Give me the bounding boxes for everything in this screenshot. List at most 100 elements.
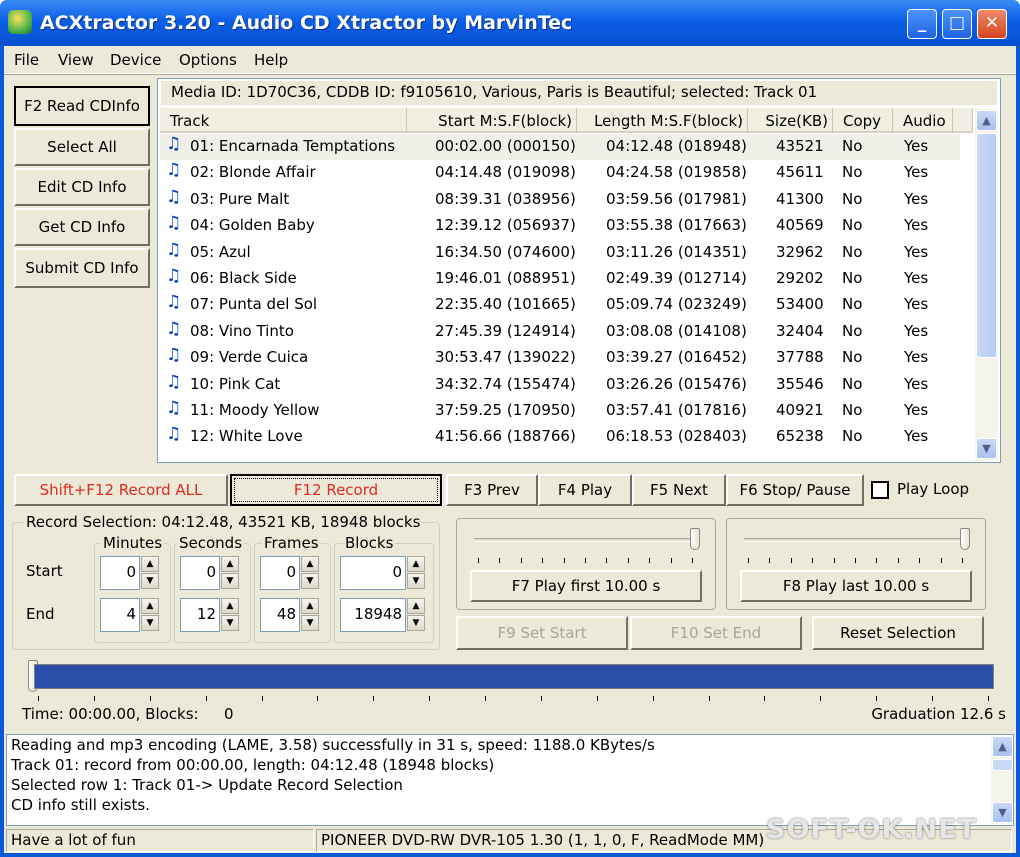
start-blocks-spinner[interactable]: 0 ▲ ▼ — [340, 556, 428, 590]
spin-down-icon[interactable]: ▼ — [221, 573, 239, 589]
spin-down-icon[interactable]: ▼ — [221, 615, 239, 631]
start-seconds-value[interactable]: 0 — [180, 556, 220, 590]
play-last-slider-thumb[interactable] — [960, 528, 970, 550]
track-copy: No — [842, 137, 863, 155]
column-header-track[interactable]: Track — [160, 108, 407, 133]
prev-button[interactable]: F3 Prev — [446, 474, 538, 506]
spin-up-icon[interactable]: ▲ — [301, 556, 319, 572]
end-frames-spinner[interactable]: 48 ▲ ▼ — [260, 598, 320, 632]
track-row[interactable]: ♫ 01: Encarnada Temptations 00:02.00 (0001… — [160, 134, 960, 160]
track-name: 03: Pure Malt — [190, 189, 290, 208]
log-panel[interactable]: Reading and mp3 encoding (LAME, 3.58) su… — [6, 734, 1014, 826]
spin-down-icon[interactable]: ▼ — [301, 573, 319, 589]
column-header-size[interactable]: Size(KB) — [748, 108, 833, 133]
end-frames-value[interactable]: 48 — [260, 598, 300, 632]
spin-down-icon[interactable]: ▼ — [407, 615, 425, 631]
set-start-button[interactable]: F9 Set Start — [456, 616, 628, 650]
track-list-scrollbar[interactable]: ▲ ▼ — [975, 109, 998, 461]
spin-up-icon[interactable]: ▲ — [221, 556, 239, 572]
maximize-button[interactable]: □ — [942, 9, 972, 39]
edit-cd-info-button[interactable]: Edit CD Info — [14, 168, 150, 206]
menu-view[interactable]: View — [58, 51, 94, 69]
scroll-down-icon[interactable]: ▼ — [976, 438, 997, 459]
play-first-button[interactable]: F7 Play first 10.00 s — [470, 570, 702, 602]
tick-mark — [812, 558, 814, 563]
select-all-button[interactable]: Select All — [14, 128, 150, 166]
track-name: 11: Moody Yellow — [190, 401, 320, 419]
submit-cd-info-button[interactable]: Submit CD Info — [14, 248, 150, 288]
play-first-slider-thumb[interactable] — [690, 528, 700, 550]
title-bar[interactable]: ACXtractor 3.20 - Audio CD Xtractor by M… — [0, 0, 1020, 46]
end-blocks-spinner[interactable]: 18948 ▲ ▼ — [340, 598, 428, 632]
set-end-button[interactable]: F10 Set End — [630, 616, 802, 650]
spin-down-icon[interactable]: ▼ — [301, 615, 319, 631]
tick-mark — [652, 696, 654, 701]
end-blocks-value[interactable]: 18948 — [340, 598, 406, 632]
record-button[interactable]: F12 Record — [230, 474, 442, 506]
spin-up-icon[interactable]: ▲ — [301, 598, 319, 614]
start-seconds-spinner[interactable]: 0 ▲ ▼ — [180, 556, 240, 590]
track-row[interactable]: ♫ 07: Punta del Sol 22:35.40 (101665) 05:09… — [160, 292, 960, 318]
spin-up-icon[interactable]: ▲ — [141, 598, 159, 614]
start-frames-value[interactable]: 0 — [260, 556, 300, 590]
scroll-down-icon[interactable]: ▼ — [992, 802, 1013, 823]
end-minutes-value[interactable]: 4 — [100, 598, 140, 632]
start-minutes-spinner[interactable]: 0 ▲ ▼ — [100, 556, 160, 590]
stop-pause-button[interactable]: F6 Stop/ Pause — [726, 474, 864, 506]
track-row[interactable]: ♫ 08: Vino Tinto 27:45.39 (124914) 03:08.08… — [160, 319, 960, 345]
next-button[interactable]: F5 Next — [632, 474, 726, 506]
menu-file[interactable]: File — [14, 51, 39, 69]
status-message: Have a lot of fun — [6, 829, 314, 852]
track-row[interactable]: ♫ 02: Blonde Affair 04:14.48 (019098) 04:24… — [160, 160, 960, 186]
spin-down-icon[interactable]: ▼ — [407, 573, 425, 589]
start-blocks-value[interactable]: 0 — [340, 556, 406, 590]
log-scroll-thumb[interactable] — [992, 759, 1013, 771]
log-scrollbar[interactable]: ▲ ▼ — [991, 736, 1013, 824]
record-all-button[interactable]: Shift+F12 Record ALL — [14, 474, 228, 506]
position-bar[interactable] — [34, 664, 994, 689]
read-cdinfo-button[interactable]: F2 Read CDInfo — [14, 86, 150, 126]
start-minutes-value[interactable]: 0 — [100, 556, 140, 590]
track-row[interactable]: ♫ 09: Verde Cuica 30:53.47 (139022) 03:39.2… — [160, 345, 960, 371]
end-seconds-value[interactable]: 12 — [180, 598, 220, 632]
minimize-button[interactable]: _ — [907, 9, 937, 39]
menu-help[interactable]: Help — [254, 51, 288, 69]
scroll-thumb[interactable] — [976, 133, 997, 358]
track-size: 41300 — [776, 189, 824, 208]
track-row[interactable]: ♫ 12: White Love 41:56.66 (188766) 06:18.53… — [160, 424, 960, 450]
track-row[interactable]: ♫ 05: Azul 16:34.50 (074600) 03:11.26 (0143… — [160, 240, 960, 266]
end-minutes-spinner[interactable]: 4 ▲ ▼ — [100, 598, 160, 632]
track-row[interactable]: ♫ 11: Moody Yellow 37:59.25 (170950) 03:57.… — [160, 398, 960, 424]
menu-options[interactable]: Options — [179, 51, 237, 69]
track-name: 10: Pink Cat — [190, 374, 281, 393]
column-header-length[interactable]: Length M:S.F(block) — [577, 108, 748, 133]
reset-selection-button[interactable]: Reset Selection — [812, 616, 984, 650]
track-row[interactable]: ♫ 10: Pink Cat 34:32.74 (155474) 03:26.26 (… — [160, 372, 960, 398]
track-copy: No — [842, 295, 863, 314]
tick-mark — [876, 696, 878, 701]
column-header-copy[interactable]: Copy — [833, 108, 893, 133]
spin-up-icon[interactable]: ▲ — [141, 556, 159, 572]
column-header-start[interactable]: Start M:S.F(block) — [407, 108, 577, 133]
scroll-up-icon[interactable]: ▲ — [992, 736, 1013, 757]
play-loop-checkbox[interactable] — [871, 481, 889, 499]
end-seconds-spinner[interactable]: 12 ▲ ▼ — [180, 598, 240, 632]
scroll-up-icon[interactable]: ▲ — [976, 110, 997, 131]
track-row[interactable]: ♫ 04: Golden Baby 12:39.12 (056937) 03:55.3… — [160, 213, 960, 239]
track-row[interactable]: ♫ 06: Black Side 19:46.01 (088951) 02:49.39… — [160, 266, 960, 292]
spin-up-icon[interactable]: ▲ — [407, 598, 425, 614]
spin-up-icon[interactable]: ▲ — [221, 598, 239, 614]
spin-up-icon[interactable]: ▲ — [407, 556, 425, 572]
spin-down-icon[interactable]: ▼ — [141, 615, 159, 631]
get-cd-info-button[interactable]: Get CD Info — [14, 208, 150, 246]
track-row[interactable]: ♫ 03: Pure Malt 08:39.31 (038956) 03:59.56 … — [160, 187, 960, 213]
start-frames-spinner[interactable]: 0 ▲ ▼ — [260, 556, 320, 590]
track-audio: Yes — [904, 321, 929, 340]
close-button[interactable]: ✕ — [977, 9, 1007, 39]
spin-down-icon[interactable]: ▼ — [141, 573, 159, 589]
menu-device[interactable]: Device — [110, 51, 161, 69]
tick-mark — [429, 696, 431, 701]
play-button[interactable]: F4 Play — [538, 474, 632, 506]
column-header-audio[interactable]: Audio — [893, 108, 953, 133]
play-last-button[interactable]: F8 Play last 10.00 s — [740, 570, 972, 602]
